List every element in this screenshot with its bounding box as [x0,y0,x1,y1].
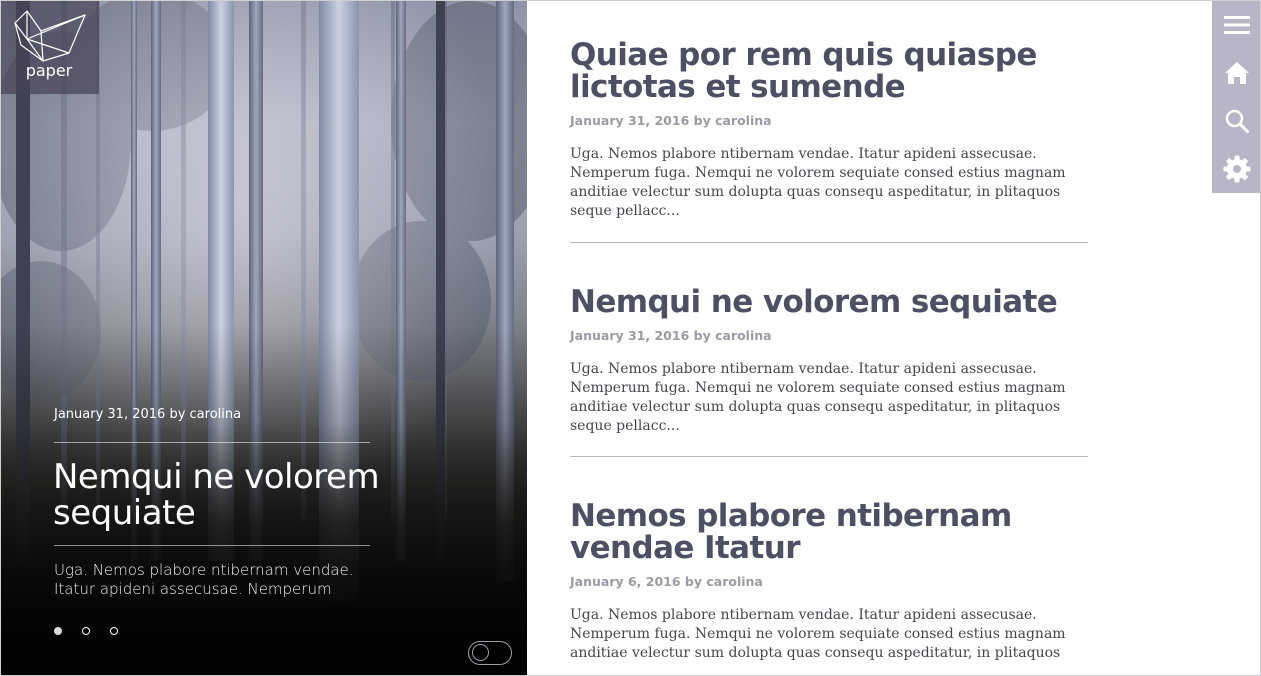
theme-toggle[interactable] [468,641,512,665]
post-title[interactable]: Quiae por rem quis quiaspe lictotas et s… [570,39,1088,103]
post-divider [570,242,1088,243]
post-title[interactable]: Nemqui ne volorem sequiate [570,286,1088,318]
slider-dot-1[interactable] [54,627,62,635]
logo-text: paper [25,61,73,80]
hero-slider[interactable]: January 31, 2016 by carolina Nemqui ne v… [1,1,527,675]
post-meta: January 31, 2016 by carolina [570,113,772,128]
settings-button[interactable] [1212,145,1260,193]
gear-icon [1223,155,1250,183]
side-nav [1212,1,1260,193]
hero-post-meta: January 31, 2016 by carolina [54,407,242,422]
post-card: Quiae por rem quis quiaspe lictotas et s… [570,39,1088,221]
post-meta: January 6, 2016 by carolina [570,574,763,589]
hero-post-title[interactable]: Nemqui ne volorem sequiate [53,459,383,531]
home-button[interactable] [1212,49,1260,97]
search-icon [1225,109,1249,133]
post-divider [570,456,1088,457]
search-button[interactable] [1212,97,1260,145]
post-card: Nemos plabore ntibernam vendae Itatur Ja… [570,500,1088,663]
menu-button[interactable] [1212,1,1260,49]
menu-icon [1223,16,1250,34]
hero-divider-bottom [54,545,370,546]
hero-divider-top [54,442,370,443]
site-logo[interactable]: paper [1,1,99,94]
post-title[interactable]: Nemos plabore ntibernam vendae Itatur [570,500,1088,564]
page-frame: January 31, 2016 by carolina Nemqui ne v… [0,0,1261,676]
post-excerpt: Uga. Nemos plabore ntibernam vendae. Ita… [570,607,1066,661]
hero-post-excerpt: Uga. Nemos plabore ntibernam vendae. Ita… [54,561,354,598]
slider-pagination [54,627,118,635]
slider-dot-2[interactable] [82,627,90,635]
toggle-knob [472,644,489,661]
post-card: Nemqui ne volorem sequiate January 31, 2… [570,286,1088,436]
paper-logo-icon [14,10,86,62]
post-meta: January 31, 2016 by carolina [570,328,772,343]
home-icon [1224,62,1249,84]
post-excerpt: Uga. Nemos plabore ntibernam vendae. Ita… [570,146,1066,219]
post-excerpt: Uga. Nemos plabore ntibernam vendae. Ita… [570,361,1066,434]
slider-dot-3[interactable] [110,627,118,635]
